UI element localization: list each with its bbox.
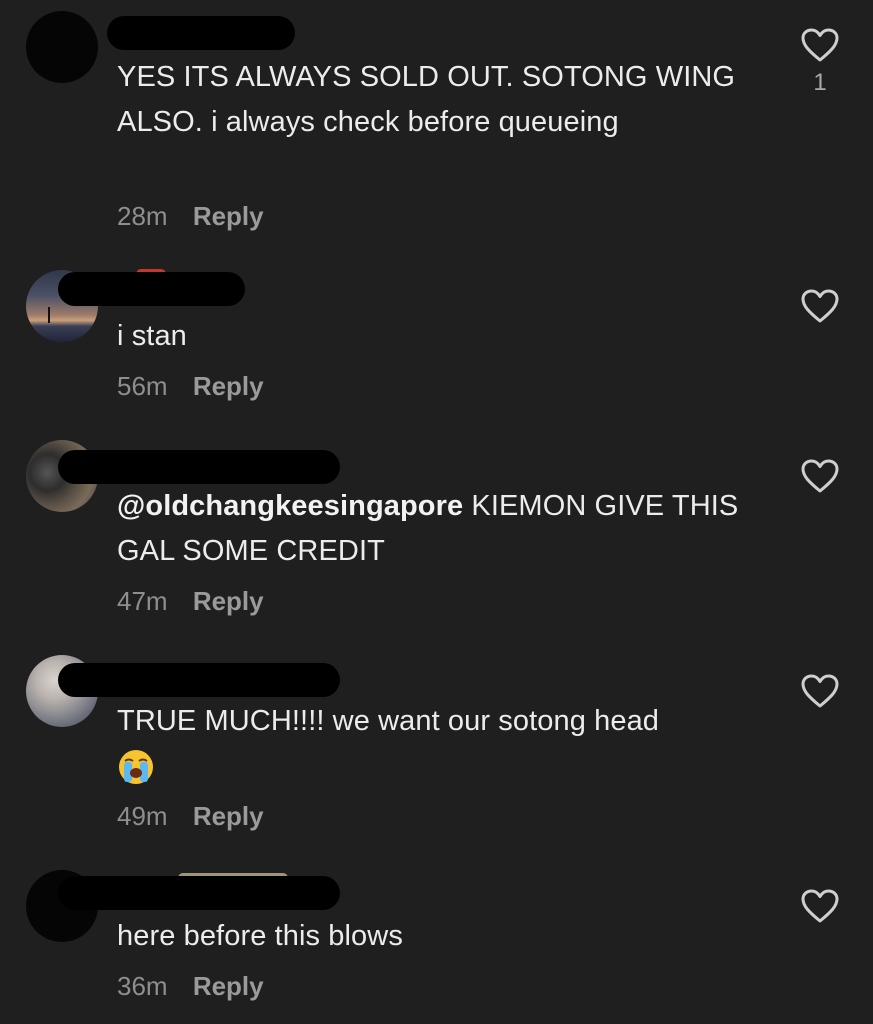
reply-button[interactable]: Reply [193,801,264,831]
heart-outline-icon [801,459,839,493]
redacted-username [107,16,295,50]
comment-text: YES ITS ALWAYS SOLD OUT. SOTONG WING ALS… [117,61,736,138]
redacted-username [58,876,340,910]
comment-text: TRUE MUCH!!!! we want our sotong head [117,699,777,789]
comment-item: TRUE MUCH!!!! we want our sotong head 49… [0,645,873,860]
comment-meta: 36m Reply [117,971,264,1001]
like-button[interactable] [798,888,842,924]
comment-item: i stan 56m Reply [0,250,873,430]
like-count: 1 [813,69,827,96]
like-button[interactable]: 1 [798,27,842,97]
like-button[interactable] [798,288,842,324]
comment-text: here before this blows [117,920,403,952]
comment-time: 47m [117,586,168,616]
reply-button[interactable]: Reply [193,201,264,231]
avatar-figure [48,307,50,323]
reply-button[interactable]: Reply [193,586,264,616]
comment-meta: 28m Reply [117,201,264,231]
heart-outline-icon [801,28,839,62]
comment-time: 28m [117,201,168,231]
avatar[interactable] [26,11,98,83]
heart-outline-icon [801,289,839,323]
comment-time: 36m [117,971,168,1001]
comment-meta: 47m Reply [117,586,264,616]
redacted-username [58,272,245,306]
comment-item: @oldchangkeesingapore KIEMON GIVE THIS G… [0,430,873,645]
reply-button[interactable]: Reply [193,971,264,1001]
loudly-crying-face-emoji [119,750,153,785]
comment-meta: 56m Reply [117,371,264,401]
comment-text: i stan [117,320,187,352]
like-button[interactable] [798,673,842,709]
comment-time: 56m [117,371,168,401]
redacted-username [58,663,340,697]
like-button[interactable] [798,458,842,494]
redacted-username [58,450,340,484]
comment-text: @oldchangkeesingapore KIEMON GIVE THIS G… [117,484,777,574]
reply-button[interactable]: Reply [193,371,264,401]
heart-outline-icon [801,889,839,923]
comment-body: TRUE MUCH!!!! we want our sotong head [117,705,660,737]
comment-item: YES ITS ALWAYS SOLD OUT. SOTONG WING ALS… [0,0,873,250]
mention-link[interactable]: @oldchangkeesingapore [117,490,463,522]
comment-meta: 49m Reply [117,801,264,831]
comment-time: 49m [117,801,168,831]
comment-item: here before this blows 36m Reply [0,860,873,1024]
heart-outline-icon [801,674,839,708]
